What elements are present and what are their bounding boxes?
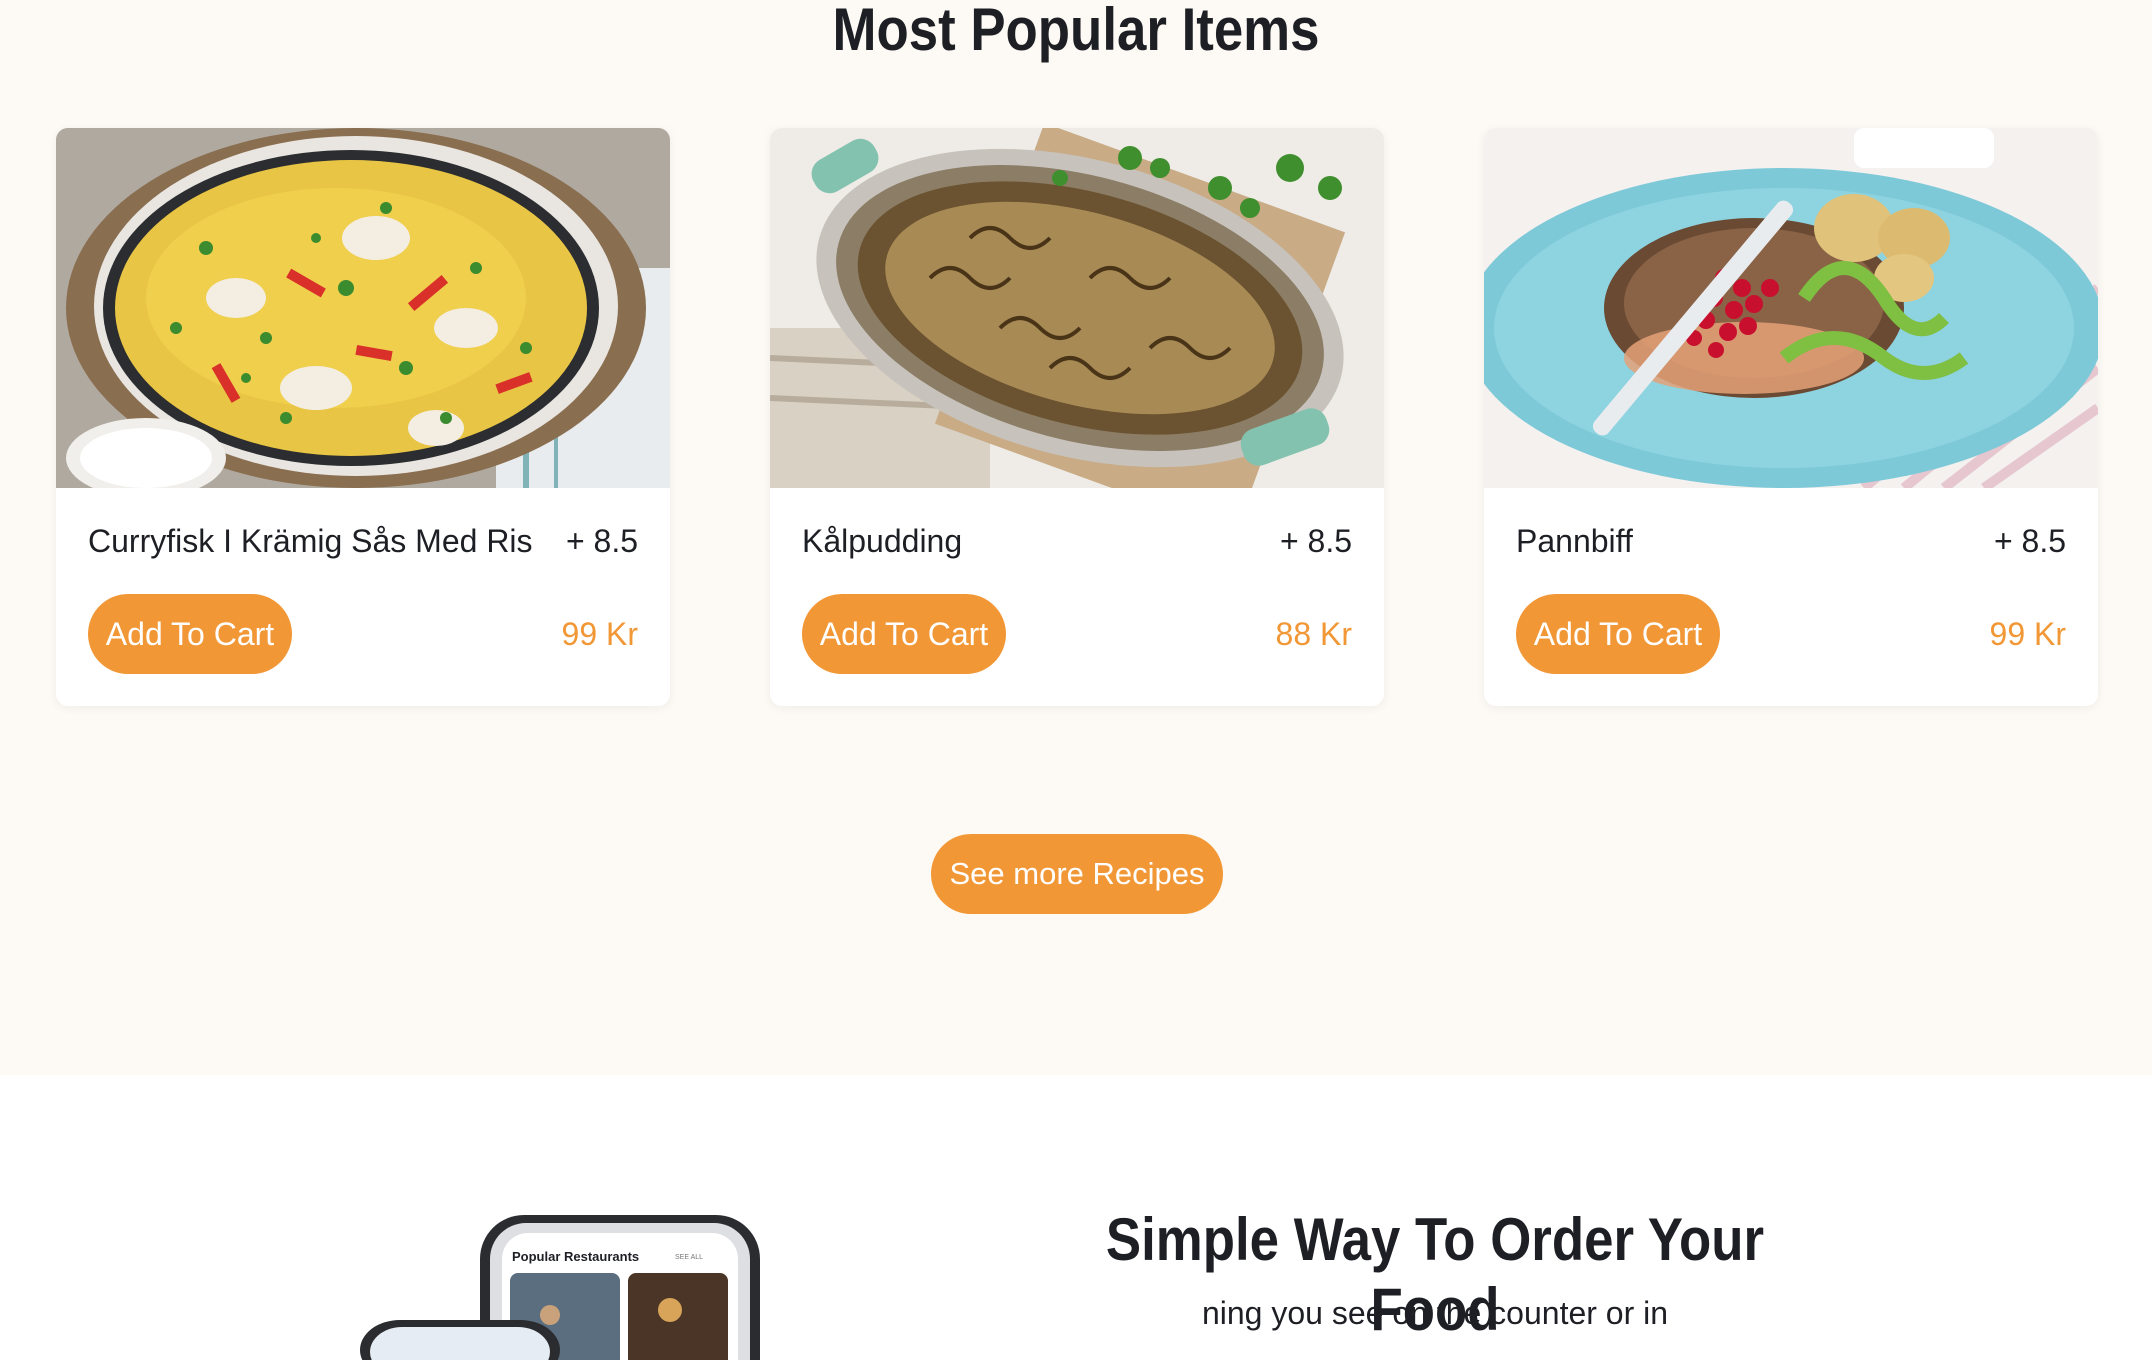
phone-screen-link: SEE ALL (675, 1254, 703, 1261)
menu-card: Kålpudding + 8.5 Add To Cart 88 Kr (770, 128, 1384, 706)
menu-card: Pannbiff + 8.5 Add To Cart 99 Kr (1484, 128, 2098, 706)
order-section-text: ning you see on the counter or in (1201, 1295, 1669, 1331)
add-to-cart-button[interactable]: Add To Cart (88, 594, 292, 674)
menu-card: Curryfisk I Krämig Sås Med Ris + 8.5 Add… (56, 128, 670, 706)
cabbage-pudding-image (770, 128, 1384, 488)
pannbiff-plate-image (1484, 128, 2098, 488)
curry-fish-dish-image (56, 128, 670, 488)
menu-card-info: Curryfisk I Krämig Sås Med Ris + 8.5 (88, 521, 638, 561)
menu-card-actions: Add To Cart 88 Kr (802, 594, 1352, 674)
dish-name: Curryfisk I Krämig Sås Med Ris (88, 522, 533, 559)
order-section: Popular Restaurants SEE ALL Simple Way T… (0, 1075, 2152, 1360)
menu-card-actions: Add To Cart 99 Kr (1516, 594, 2066, 674)
add-to-cart-button[interactable]: Add To Cart (802, 594, 1006, 674)
see-more-recipes-button[interactable]: See more Recipes (931, 834, 1223, 914)
menu-card-actions: Add To Cart 99 Kr (88, 594, 638, 674)
dish-rating: + 8.5 (1993, 522, 2066, 559)
phone-screen-title: Popular Restaurants (512, 1249, 639, 1264)
dish-rating: + 8.5 (1279, 522, 1352, 559)
dish-price: 88 Kr (1275, 615, 1352, 652)
phone-mockup-image: Popular Restaurants SEE ALL (340, 1215, 780, 1360)
dish-price: 99 Kr (561, 615, 638, 652)
popular-items-section: Most Popular Items Curryfisk I Krämig Så… (0, 0, 2152, 1075)
dish-name: Kålpudding (802, 522, 963, 559)
section-title: Most Popular Items (832, 0, 1320, 63)
dish-name: Pannbiff (1516, 522, 1633, 559)
menu-card-info: Pannbiff + 8.5 (1516, 521, 2066, 561)
dish-rating: + 8.5 (565, 522, 638, 559)
dish-price: 99 Kr (1989, 615, 2066, 652)
add-to-cart-button[interactable]: Add To Cart (1516, 594, 1720, 674)
menu-card-info: Kålpudding + 8.5 (802, 521, 1352, 561)
